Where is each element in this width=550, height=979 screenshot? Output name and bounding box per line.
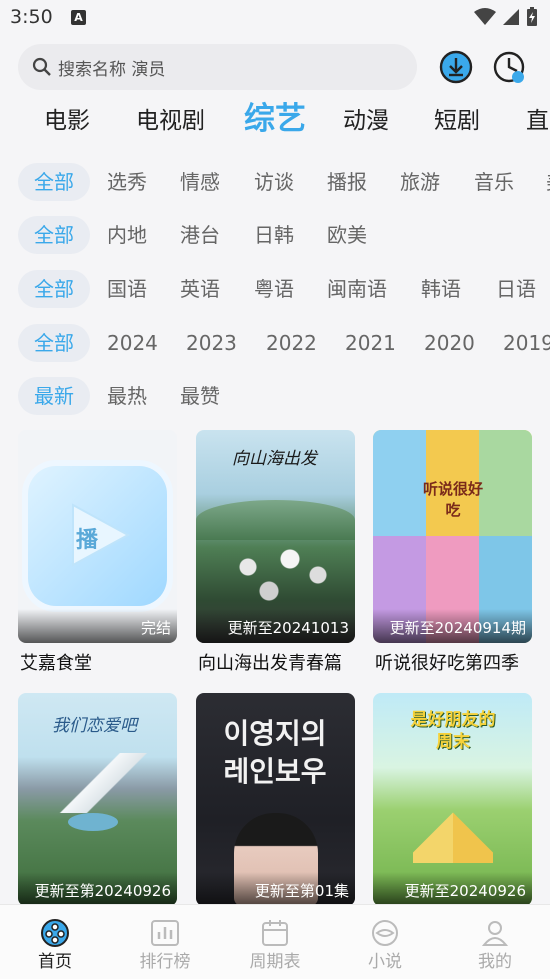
show-poster[interactable]: 是好朋友的周末 更新至20240926 xyxy=(373,693,532,906)
filter-type-music[interactable]: 音乐 xyxy=(474,163,514,201)
nav-label: 首页 xyxy=(38,952,72,972)
filter-year-2023[interactable]: 2023 xyxy=(186,324,237,362)
filter-language-all[interactable]: 全部 xyxy=(18,270,90,308)
filter-year-2020[interactable]: 2020 xyxy=(424,324,475,362)
filter-language-minnan[interactable]: 闽南语 xyxy=(327,270,387,308)
filter-type-row: 全部 选秀 情感 访谈 播报 旅游 音乐 美 xyxy=(0,163,550,201)
filter-year-2021[interactable]: 2021 xyxy=(345,324,396,362)
status-badge: 更新至20240914期 xyxy=(373,609,532,643)
status-badge: 完结 xyxy=(18,609,177,643)
nav-profile[interactable]: 我的 xyxy=(440,905,550,979)
sort-latest[interactable]: 最新 xyxy=(18,377,90,415)
calendar-icon xyxy=(262,920,288,946)
poster-art-text: 听说很好吃 xyxy=(423,480,484,519)
status-badge: 更新至第20240926 xyxy=(18,872,177,906)
signal-icon xyxy=(503,9,519,25)
search-placeholder: 搜索名称 演员 xyxy=(58,59,166,80)
filter-type-all[interactable]: 全部 xyxy=(18,163,90,201)
tab-movies[interactable]: 电影 xyxy=(44,96,90,146)
status-badge: 更新至20240926 xyxy=(373,872,532,906)
category-tabs: 电影 电视剧 综艺 动漫 短剧 直 xyxy=(0,96,550,148)
nav-label: 周期表 xyxy=(249,952,301,972)
filter-language-mandarin[interactable]: 国语 xyxy=(107,270,147,308)
filter-region-hktw[interactable]: 港台 xyxy=(180,216,220,254)
filter-year-2022[interactable]: 2022 xyxy=(266,324,317,362)
nav-label: 排行榜 xyxy=(139,952,191,972)
show-title[interactable]: 听说很好吃第四季 xyxy=(375,649,519,675)
status-bar: 3:50 A xyxy=(0,0,550,38)
nav-label: 小说 xyxy=(368,952,402,972)
status-badge: 更新至20241013 xyxy=(196,609,355,643)
download-icon[interactable] xyxy=(438,49,474,85)
show-poster[interactable]: 我们恋爱吧 更新至第20240926 xyxy=(18,693,177,906)
filter-region-all[interactable]: 全部 xyxy=(18,216,90,254)
show-title[interactable]: 艾嘉食堂 xyxy=(20,649,92,675)
wifi-icon xyxy=(474,8,496,25)
notification-a-icon: A xyxy=(71,10,86,25)
search-row: 搜索名称 演员 xyxy=(18,44,532,90)
book-icon xyxy=(372,920,398,946)
filter-sort-row: 最新 最热 最赞 xyxy=(0,377,550,415)
nav-label: 我的 xyxy=(478,952,512,972)
status-time: 3:50 xyxy=(10,6,53,28)
filter-region-western[interactable]: 欧美 xyxy=(327,216,367,254)
show-title[interactable]: 向山海出发青春篇 xyxy=(198,649,342,675)
status-badge: 更新至第01集 xyxy=(196,872,355,906)
filter-type-travel[interactable]: 旅游 xyxy=(400,163,440,201)
tab-tv-series[interactable]: 电视剧 xyxy=(136,96,205,146)
filter-year-2019[interactable]: 2019 xyxy=(503,324,550,362)
show-poster[interactable]: 听说很好吃 更新至20240914期 xyxy=(373,430,532,643)
profile-icon xyxy=(481,921,509,946)
search-icon xyxy=(32,57,51,76)
nav-home[interactable]: 首页 xyxy=(0,905,110,979)
filter-year-2024[interactable]: 2024 xyxy=(107,324,158,362)
history-clock-icon[interactable] xyxy=(491,49,527,85)
nav-novel[interactable]: 小说 xyxy=(330,905,440,979)
filter-language-row: 全部 国语 英语 粤语 闽南语 韩语 日语 xyxy=(0,270,550,308)
filter-type-romance[interactable]: 情感 xyxy=(180,163,220,201)
poster-art-text: 我们恋爱吧 xyxy=(52,716,137,736)
filter-language-japanese[interactable]: 日语 xyxy=(496,270,536,308)
sort-most-liked[interactable]: 最赞 xyxy=(180,377,220,415)
filter-type-broadcast[interactable]: 播报 xyxy=(327,163,367,201)
home-film-icon xyxy=(41,919,69,947)
poster-art-text: 播 xyxy=(76,528,99,553)
filter-region-row: 全部 内地 港台 日韩 欧美 xyxy=(0,216,550,254)
nav-ranking[interactable]: 排行榜 xyxy=(110,905,220,979)
chart-icon xyxy=(151,920,179,946)
filter-year-row: 全部 2024 2023 2022 2021 2020 2019 xyxy=(0,324,550,362)
poster-art-text: 向山海出发 xyxy=(232,449,317,469)
battery-icon xyxy=(527,7,537,26)
filter-year-all[interactable]: 全部 xyxy=(18,324,90,362)
show-poster[interactable]: 向山海出发 更新至20241013 xyxy=(196,430,355,643)
tab-short-drama[interactable]: 短剧 xyxy=(434,96,480,146)
sort-hottest[interactable]: 最热 xyxy=(107,377,147,415)
tab-variety[interactable]: 综艺 xyxy=(244,96,306,144)
poster-art-text: 이영지의 레인보우 xyxy=(223,717,327,788)
filter-language-korean[interactable]: 韩语 xyxy=(421,270,461,308)
filter-type-interview[interactable]: 访谈 xyxy=(254,163,294,201)
search-input[interactable]: 搜索名称 演员 xyxy=(18,44,417,90)
filter-region-mainland[interactable]: 内地 xyxy=(107,216,147,254)
filter-language-english[interactable]: 英语 xyxy=(180,270,220,308)
tab-anime[interactable]: 动漫 xyxy=(343,96,389,146)
bottom-nav: 首页 排行榜 周期表 小说 我的 xyxy=(0,904,550,979)
filter-language-cantonese[interactable]: 粤语 xyxy=(254,270,294,308)
filter-type-talent[interactable]: 选秀 xyxy=(107,163,147,201)
nav-schedule[interactable]: 周期表 xyxy=(220,905,330,979)
filter-type-food[interactable]: 美 xyxy=(546,163,550,201)
tab-live[interactable]: 直 xyxy=(526,96,549,146)
filter-region-jpkr[interactable]: 日韩 xyxy=(254,216,294,254)
show-poster[interactable]: 이영지의 레인보우 更新至第01集 xyxy=(196,693,355,906)
show-poster[interactable]: 播 完结 xyxy=(18,430,177,643)
poster-art-text: 是好朋友的周末 xyxy=(410,710,496,752)
